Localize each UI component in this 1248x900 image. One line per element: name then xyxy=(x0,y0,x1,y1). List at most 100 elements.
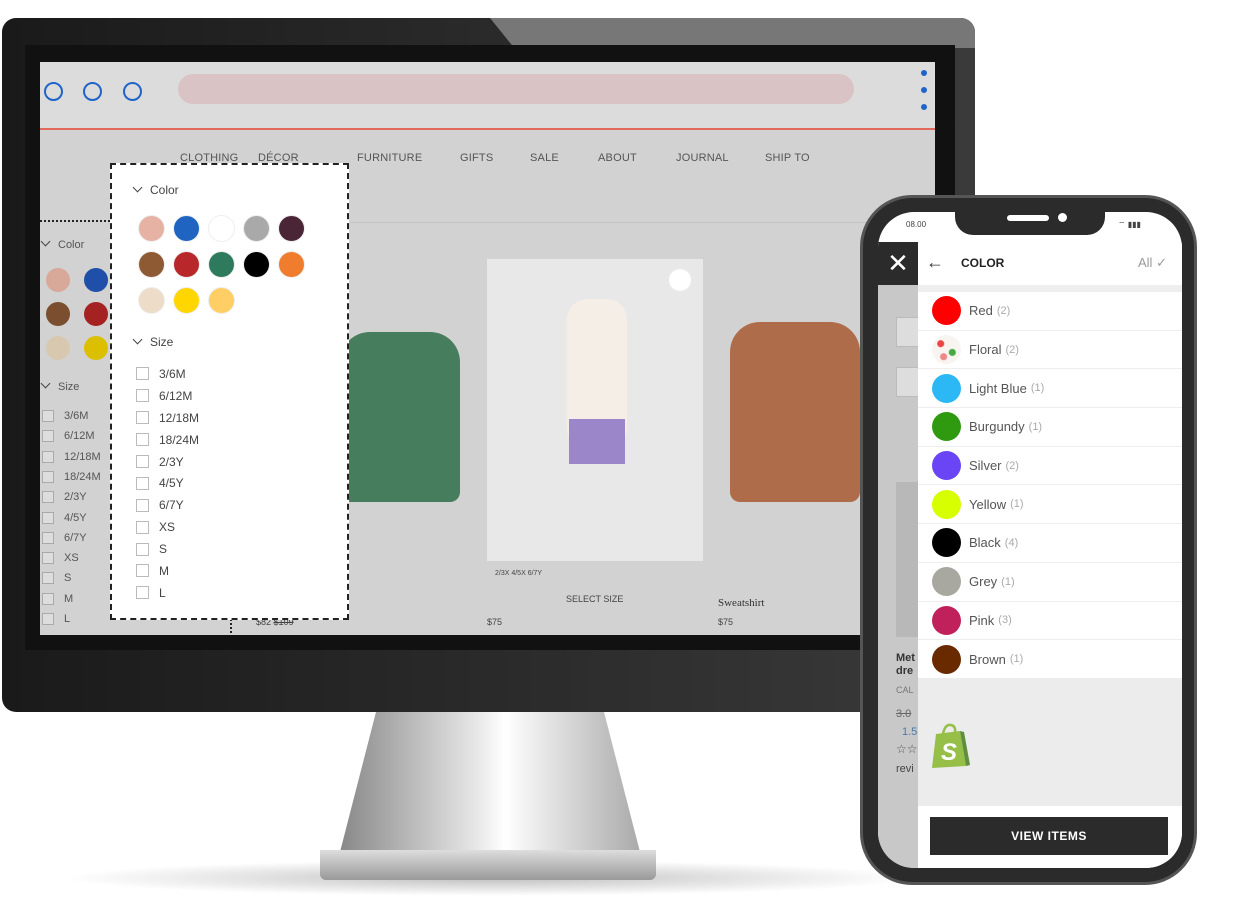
nav-link[interactable]: JOURNAL xyxy=(676,152,729,164)
checkbox[interactable] xyxy=(136,455,149,468)
select-size-button[interactable]: SELECT SIZE xyxy=(566,594,623,604)
size-option[interactable]: 12/18M xyxy=(42,450,101,463)
checkbox[interactable] xyxy=(42,552,54,565)
view-items-button[interactable]: VIEW ITEMS xyxy=(930,817,1168,855)
size-option[interactable]: 2/3Y xyxy=(42,491,87,504)
size-option[interactable]: 3/6M xyxy=(42,410,88,422)
color-swatch[interactable] xyxy=(243,251,270,278)
color-option[interactable]: Red (2) xyxy=(918,292,1182,331)
address-bar[interactable] xyxy=(178,74,854,104)
back-arrow-icon[interactable]: ← xyxy=(926,252,944,273)
size-option[interactable]: 2/3Y xyxy=(136,451,199,473)
color-option[interactable]: Pink (3) xyxy=(918,602,1182,641)
size-option[interactable]: M xyxy=(42,592,73,605)
checkbox[interactable] xyxy=(136,542,149,556)
color-option[interactable]: Black (4) xyxy=(918,524,1182,563)
color-swatch[interactable] xyxy=(173,215,200,242)
size-option[interactable]: 18/24M xyxy=(42,470,101,483)
size-option[interactable]: L xyxy=(42,613,70,625)
nav-link[interactable]: GIFTS xyxy=(460,152,493,164)
size-option[interactable]: 6/12M xyxy=(136,385,199,407)
nav-link[interactable]: SALE xyxy=(530,152,559,164)
checkbox[interactable] xyxy=(136,476,149,490)
color-swatch[interactable] xyxy=(278,215,305,242)
checkbox[interactable] xyxy=(42,592,54,605)
product-name[interactable]: Sweatshirt xyxy=(718,597,764,609)
color-swatch[interactable] xyxy=(84,302,108,326)
reviews-link[interactable]: revi xyxy=(896,763,914,775)
checkbox[interactable] xyxy=(42,572,54,585)
checkbox[interactable] xyxy=(42,511,54,524)
color-filter-heading[interactable]: Color xyxy=(132,182,179,197)
size-option[interactable]: 4/5Y xyxy=(42,511,87,524)
checkbox[interactable] xyxy=(42,531,54,544)
quick-view-eye-icon[interactable] xyxy=(669,269,691,291)
window-control-button[interactable] xyxy=(44,82,63,101)
nav-link[interactable]: FURNITURE xyxy=(357,152,422,164)
color-option[interactable]: Silver (2) xyxy=(918,447,1182,486)
checkbox[interactable] xyxy=(42,410,54,422)
sidebar-size-heading[interactable]: Size xyxy=(40,378,79,393)
checkbox[interactable] xyxy=(136,411,149,425)
size-option[interactable]: 3/6M xyxy=(136,363,199,385)
color-swatch[interactable] xyxy=(46,336,70,360)
checkbox[interactable] xyxy=(136,498,149,512)
checkbox[interactable] xyxy=(42,430,54,443)
size-option[interactable]: XS xyxy=(136,516,199,538)
color-swatch[interactable] xyxy=(243,215,270,242)
more-menu-icon[interactable] xyxy=(921,70,927,121)
color-swatch[interactable] xyxy=(138,215,165,242)
checkbox[interactable] xyxy=(42,491,54,504)
product-image-girl[interactable] xyxy=(487,259,703,561)
size-option[interactable]: L xyxy=(136,582,199,604)
product-title[interactable]: Met dre xyxy=(896,652,915,678)
checkbox[interactable] xyxy=(136,564,149,578)
color-option[interactable]: Brown (1) xyxy=(918,640,1182,679)
color-swatch[interactable] xyxy=(46,268,70,292)
color-option[interactable]: Grey (1) xyxy=(918,563,1182,602)
color-swatch[interactable] xyxy=(208,287,235,314)
checkbox[interactable] xyxy=(136,433,149,447)
checkbox[interactable] xyxy=(136,389,149,403)
size-option[interactable]: S xyxy=(42,572,71,585)
size-option[interactable]: 6/12M xyxy=(42,430,95,443)
color-swatch[interactable] xyxy=(208,215,235,242)
window-control-button[interactable] xyxy=(123,82,142,101)
color-swatch[interactable] xyxy=(84,268,108,292)
color-swatch[interactable] xyxy=(173,287,200,314)
color-option[interactable]: Light Blue (1) xyxy=(918,369,1182,409)
color-swatch[interactable] xyxy=(46,302,70,326)
nav-link[interactable]: SHIP TO xyxy=(765,152,810,164)
select-all-button[interactable]: All ✓ xyxy=(1138,255,1167,271)
color-swatch[interactable] xyxy=(173,251,200,278)
color-option[interactable]: Floral (2) xyxy=(918,331,1182,370)
size-option[interactable]: 6/7Y xyxy=(136,494,199,516)
size-option[interactable]: 12/18M xyxy=(136,407,199,429)
checkbox[interactable] xyxy=(42,470,54,483)
sidebar-color-heading[interactable]: Color xyxy=(40,236,84,251)
size-option[interactable]: S xyxy=(136,538,199,560)
window-control-button[interactable] xyxy=(83,82,102,101)
size-option[interactable]: 4/5Y xyxy=(136,472,199,494)
size-option[interactable]: 6/7Y xyxy=(42,531,87,544)
checkbox[interactable] xyxy=(42,450,54,463)
checkbox[interactable] xyxy=(42,613,54,625)
color-swatch[interactable] xyxy=(138,251,165,278)
color-swatch[interactable] xyxy=(84,336,108,360)
checkbox[interactable] xyxy=(136,520,149,534)
checkbox[interactable] xyxy=(136,367,149,381)
nav-link[interactable]: ABOUT xyxy=(598,152,637,164)
size-option[interactable]: M xyxy=(136,560,199,582)
color-swatch[interactable] xyxy=(208,251,235,278)
color-swatch[interactable] xyxy=(138,287,165,314)
color-option[interactable]: Yellow (1) xyxy=(918,485,1182,525)
size-option[interactable]: 18/24M xyxy=(136,429,199,451)
checkbox[interactable] xyxy=(136,586,149,600)
size-option[interactable]: XS xyxy=(42,552,79,565)
product-image-sweater[interactable] xyxy=(340,332,460,502)
size-filter-heading[interactable]: Size xyxy=(132,334,173,349)
color-option[interactable]: Burgundy (1) xyxy=(918,408,1182,447)
close-icon[interactable]: ✕ xyxy=(878,242,918,285)
color-swatch[interactable] xyxy=(278,251,305,278)
product-image-sweatshirt[interactable] xyxy=(730,322,860,502)
